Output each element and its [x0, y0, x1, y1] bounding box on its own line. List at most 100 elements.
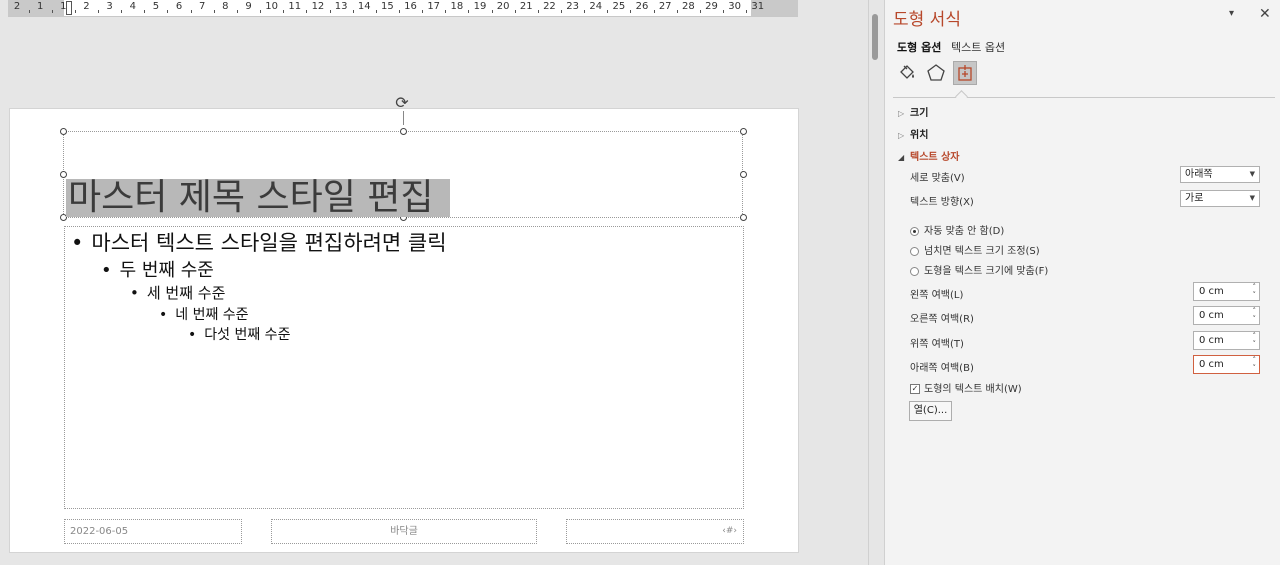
text-direction-dropdown[interactable]: 가로 ▼: [1180, 190, 1260, 207]
bullet-dot: •: [71, 231, 84, 255]
bullet-text: 마스터 텍스트 스타일을 편집하려면 클릭: [91, 231, 447, 255]
radio-button[interactable]: [910, 226, 919, 236]
ruler-tick: [422, 10, 424, 13]
indent-marker[interactable]: [66, 1, 72, 15]
vertical-scrollbar[interactable]: [868, 0, 885, 565]
ruler-tick: [213, 10, 215, 13]
ruler-tick: [74, 10, 76, 13]
ruler-tick-label: 21: [519, 1, 533, 12]
spinner-arrows-icon[interactable]: ˄ ˅: [1253, 283, 1257, 299]
ruler-tick-label: 10: [265, 1, 279, 12]
ruler-tick-label: 23: [566, 1, 579, 12]
footer-text[interactable]: 바닥글: [271, 519, 537, 544]
bullet-text: 세 번째 수준: [146, 284, 226, 302]
resize-handle[interactable]: [60, 128, 67, 135]
chevron-down-icon[interactable]: ▾: [1229, 8, 1234, 19]
vertical-align-label: 세로 맞춤(V): [910, 173, 965, 184]
radio-button[interactable]: [910, 266, 919, 276]
slide-canvas[interactable]: ⟳ 마스터 제목 스타일 편집 • 마스터 텍스트 스타일을 편집하려면 클릭 •…: [10, 95, 798, 552]
radio-autofit-off[interactable]: 자동 맞춤 안 함(D): [910, 222, 1004, 237]
ruler-tick: [121, 10, 123, 13]
ruler-tick-label: 15: [381, 1, 394, 12]
bullet-dot: •: [188, 327, 197, 343]
radio-shrink-on-overflow[interactable]: 넘치면 텍스트 크기 조정(S): [910, 242, 1040, 257]
spinner-arrows-icon[interactable]: ˄ ˅: [1253, 332, 1257, 348]
top-margin-spinner[interactable]: 0 cm ˄ ˅: [1193, 331, 1260, 350]
resize-handle[interactable]: [740, 214, 747, 221]
ruler-tick: [352, 10, 354, 13]
wrap-text-checkbox[interactable]: ✓: [910, 384, 920, 394]
ruler-tick-label: 13: [334, 1, 348, 12]
bullet-level-1[interactable]: • 마스터 텍스트 스타일을 편집하려면 클릭: [71, 227, 447, 257]
footer-date[interactable]: 2022-06-05: [64, 519, 242, 544]
ruler-tick-label: 18: [450, 1, 464, 12]
right-margin-spinner[interactable]: 0 cm ˄ ˅: [1193, 306, 1260, 325]
bullet-level-2[interactable]: • 두 번째 수준: [101, 256, 214, 282]
rotate-connector: [403, 111, 404, 125]
ruler-tick-label: 14: [357, 1, 371, 12]
radio-button[interactable]: [910, 246, 919, 256]
close-icon[interactable]: ✕: [1259, 6, 1271, 22]
ruler-tick: [676, 10, 678, 13]
ruler-tick-label: 1: [36, 1, 44, 12]
slide-title[interactable]: 마스터 제목 스타일 편집: [66, 179, 450, 217]
ruler-tick-label: 29: [705, 1, 718, 12]
ruler-tick-label: 31: [751, 1, 765, 12]
ruler-tick-label: 2: [83, 1, 90, 12]
ruler-tick-label: 6: [175, 1, 183, 12]
wrap-text-option[interactable]: ✓ 도형의 텍스트 배치(W): [910, 380, 1022, 395]
ruler-tick: [653, 10, 655, 13]
ruler-tick-label: 22: [543, 1, 556, 12]
spinner-value: 0 cm: [1199, 286, 1224, 297]
pane-title: 도형 서식: [893, 10, 961, 30]
top-margin-label: 위쪽 여백(T): [910, 339, 964, 350]
section-size[interactable]: ▷ 크기: [898, 104, 928, 119]
bullet-text: 다섯 번째 수준: [204, 327, 291, 343]
ruler-tick-label: 9: [245, 1, 252, 12]
resize-handle[interactable]: [740, 171, 747, 178]
collapse-icon: ◢: [898, 153, 905, 162]
ruler-tick: [445, 10, 447, 13]
bullet-level-4[interactable]: • 네 번째 수준: [159, 304, 249, 324]
ruler-tick: [190, 10, 192, 13]
resize-handle[interactable]: [740, 128, 747, 135]
scrollbar-thumb[interactable]: [872, 14, 878, 60]
ruler-tick-label: 16: [404, 1, 417, 12]
bullet-level-3[interactable]: • 세 번째 수준: [130, 282, 225, 303]
bottom-margin-spinner[interactable]: 0 cm ˄ ˅: [1193, 355, 1260, 374]
checkbox-label: 도형의 텍스트 배치(W): [924, 384, 1022, 395]
resize-handle[interactable]: [60, 171, 67, 178]
expand-icon: ▷: [898, 109, 905, 118]
spinner-value: 0 cm: [1199, 359, 1224, 370]
section-textbox[interactable]: ◢ 텍스트 상자: [898, 148, 959, 163]
effects-icon[interactable]: [924, 61, 948, 85]
tab-shape-options[interactable]: 도형 옵션: [897, 39, 941, 55]
section-position[interactable]: ▷ 위치: [898, 126, 928, 141]
radio-resize-shape[interactable]: 도형을 텍스트 크기에 맞춤(F): [910, 262, 1048, 277]
title-placeholder[interactable]: 마스터 제목 스타일 편집: [60, 128, 747, 221]
ruler-tick-label: 26: [635, 1, 649, 12]
left-margin-spinner[interactable]: 0 cm ˄ ˅: [1193, 282, 1260, 301]
spinner-arrows-icon[interactable]: ˄ ˅: [1253, 307, 1257, 323]
ruler-tick: [746, 10, 748, 13]
left-margin-label: 왼쪽 여백(L): [910, 290, 964, 301]
ruler-tick-label: 11: [288, 1, 302, 12]
tab-text-options[interactable]: 텍스트 옵션: [951, 39, 1005, 55]
ruler-tick: [468, 10, 470, 13]
rotate-handle-icon[interactable]: ⟳: [394, 95, 410, 111]
section-label: 텍스트 상자: [910, 152, 960, 163]
ruler-tick-label: 19: [473, 1, 487, 12]
horizontal-ruler[interactable]: 2 1 1 2 3 4 5 6 7 8 9 10 11 12 13 14 15 16 17 18 19 20 21 22 23 2…: [8, 0, 798, 17]
ruler-tick-label: 1: [60, 1, 67, 12]
fill-line-icon[interactable]: [895, 61, 919, 85]
vertical-align-dropdown[interactable]: 아래쪽 ▼: [1180, 166, 1260, 183]
expand-icon: ▷: [898, 131, 905, 140]
resize-handle[interactable]: [400, 128, 407, 135]
slide-number[interactable]: ‹#›: [566, 519, 744, 544]
size-properties-icon[interactable]: [953, 61, 977, 85]
bullet-level-5[interactable]: • 다섯 번째 수준: [188, 324, 290, 344]
body-placeholder[interactable]: • 마스터 텍스트 스타일을 편집하려면 클릭 • 두 번째 수준 • 세 번째 수준…: [64, 226, 744, 509]
ruler-tick-label: 8: [222, 1, 229, 12]
spinner-arrows-icon[interactable]: ˄ ˅: [1253, 356, 1257, 372]
columns-button[interactable]: 열(C)...: [909, 401, 952, 421]
